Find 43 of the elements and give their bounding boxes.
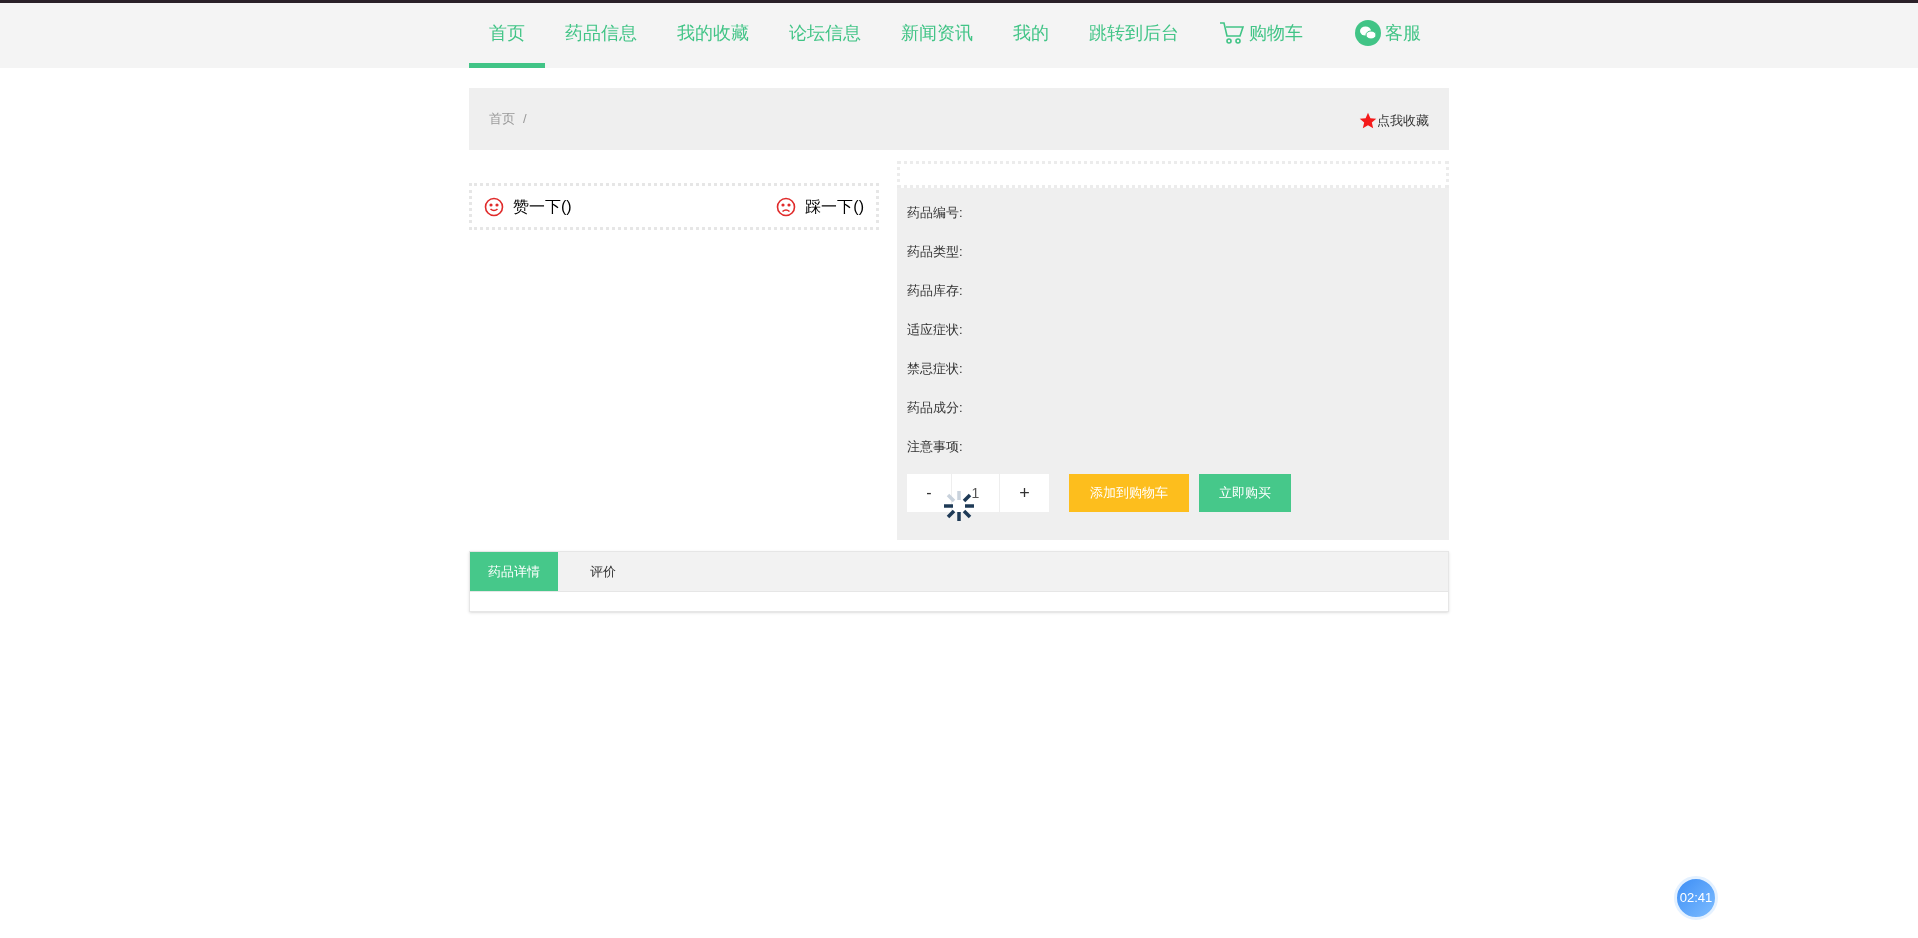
- nav-label: 跳转到后台: [1089, 21, 1179, 45]
- nav-label: 我的: [1013, 21, 1049, 45]
- like-link[interactable]: 赞一下(): [484, 194, 572, 219]
- nav-label: 新闻资讯: [901, 21, 973, 45]
- info-label: 药品成分:: [907, 398, 964, 417]
- nav-label: 客服: [1385, 21, 1421, 45]
- dislike-link[interactable]: 踩一下(): [776, 194, 864, 219]
- nav-label: 论坛信息: [789, 21, 861, 45]
- nav-link[interactable]: 论坛信息: [769, 3, 881, 68]
- favorite-link[interactable]: 点我收藏: [1359, 111, 1429, 131]
- info-label: 注意事项:: [907, 437, 964, 456]
- nav-link[interactable]: 我的: [993, 3, 1069, 68]
- chat-icon: [1355, 20, 1381, 46]
- buy-now-button[interactable]: 立即购买: [1199, 474, 1291, 512]
- nav-link[interactable]: 药品信息: [545, 3, 657, 68]
- decrement-button[interactable]: -: [907, 474, 951, 512]
- nav-link[interactable]: 首页: [469, 3, 545, 68]
- info-label: 禁忌症状:: [907, 359, 964, 378]
- nav-label: 购物车: [1249, 21, 1303, 45]
- nav-link[interactable]: 购物车: [1199, 3, 1323, 68]
- nav-label: 药品信息: [565, 21, 637, 45]
- nav-link[interactable]: 客服: [1335, 3, 1441, 68]
- quantity-input[interactable]: 1: [951, 474, 1000, 512]
- cart-icon: [1219, 21, 1245, 45]
- info-label: 适应症状:: [907, 320, 964, 339]
- add-to-cart-button[interactable]: 添加到购物车: [1069, 474, 1189, 512]
- nav-label: 我的收藏: [677, 21, 749, 45]
- increment-button[interactable]: +: [1000, 474, 1049, 512]
- nav-label: 首页: [489, 21, 525, 45]
- breadcrumb-link[interactable]: 首页: [489, 109, 515, 129]
- nav-link[interactable]: 我的收藏: [657, 3, 769, 68]
- breadcrumb-separator: /: [523, 110, 527, 129]
- info-label: 药品类型:: [907, 242, 964, 261]
- nav-link[interactable]: 新闻资讯: [881, 3, 993, 68]
- sad-face-icon: [776, 196, 797, 217]
- smiley-face-icon: [484, 196, 504, 217]
- tab[interactable]: 评价: [558, 552, 648, 591]
- timer-badge[interactable]: 02:41: [1674, 876, 1718, 920]
- nav-link[interactable]: 跳转到后台: [1069, 3, 1199, 68]
- info-label: 药品库存:: [907, 281, 964, 300]
- star-icon: [1359, 112, 1377, 130]
- tab[interactable]: 药品详情: [470, 552, 558, 591]
- info-label: 药品编号:: [907, 203, 964, 222]
